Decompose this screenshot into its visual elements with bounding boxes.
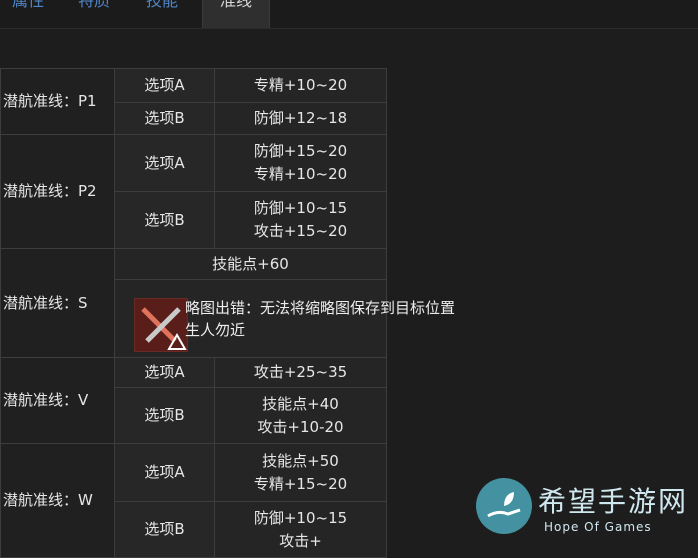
table-row: 潜航准线：P2 选项A 防御+15~20 专精+10~20: [0, 134, 387, 249]
watermark-title: 希望手游网: [538, 485, 689, 518]
effect-text: 技能点+50: [262, 451, 339, 470]
effect-text: 专精+10~20: [253, 165, 348, 183]
effect-text: 防御+15~20: [253, 142, 348, 160]
effect-text: 防御+12~18: [253, 109, 348, 127]
tab-attributes[interactable]: 属性: [12, 0, 52, 20]
option-label: 选项A: [114, 134, 215, 192]
effect-text: 专精+10~20: [253, 76, 348, 94]
table-row: 潜航准线：W 选项A 技能点+50 专精+15~20: [0, 443, 387, 558]
route-label-p2: 潜航准线：P2: [0, 134, 115, 249]
effect-cell: 防御+10~15 攻击+15~20: [214, 191, 387, 249]
tab-bar: 属性 特质 技能 准线: [0, 0, 698, 29]
tab-alignment[interactable]: 准线: [202, 0, 270, 28]
tab-skills[interactable]: 技能: [146, 0, 186, 20]
table-row: 潜航准线：P1 选项A 专精+10~20: [0, 68, 387, 135]
option-label: 选项B: [114, 387, 215, 444]
effect-cell: 技能点+40 攻击+10-20: [214, 387, 387, 444]
tab-traits[interactable]: 特质: [78, 0, 118, 20]
hand-leaf-logo-icon: [476, 478, 532, 534]
option-label: 选项A: [114, 443, 215, 502]
option-label: 选项A: [114, 357, 215, 388]
option-label: 选项B: [114, 191, 215, 249]
effect-cell: 防御+15~20 专精+10~20: [214, 134, 387, 192]
crossed-swords-icon: [134, 298, 188, 352]
option-label: 选项B: [114, 501, 215, 558]
route-label-s: 潜航准线：S: [0, 248, 115, 358]
watermark: 希望手游网 Hope Of Games: [472, 474, 698, 539]
effect-text: 防御+10~15: [253, 508, 348, 527]
option-label: 选项A: [114, 68, 215, 103]
effect-text: 防御+10~15: [253, 199, 348, 217]
thumbnail-error-overlay: 略图出错：无法将缩略图保存到目标位置 生人勿近: [133, 297, 493, 353]
table-row: 潜航准线：S 技能点+60: [0, 248, 387, 358]
option-label: 选项B: [114, 102, 215, 135]
watermark-subtitle: Hope Of Games: [544, 520, 652, 534]
error-message: 略图出错：无法将缩略图保存到目标位置 生人勿近: [185, 297, 455, 341]
error-line-2: 生人勿近: [185, 321, 246, 339]
effect-cell: 防御+12~18: [214, 102, 387, 135]
effect-text: 攻击+15~20: [253, 222, 348, 240]
effect-cell: 技能点+50 专精+15~20: [214, 443, 387, 502]
error-line-1: 略图出错：无法将缩略图保存到目标位置: [185, 299, 456, 317]
effect-text: 攻击+25~35: [253, 363, 348, 381]
effect-text: 攻击+: [279, 531, 322, 550]
route-label-v: 潜航准线：V: [0, 357, 115, 444]
effect-cell: 防御+10~15 攻击+: [214, 501, 387, 558]
effect-cell: 攻击+25~35: [214, 357, 387, 388]
table-row: 潜航准线：V 选项A 攻击+25~35: [0, 357, 387, 444]
effect-text: 专精+15~20: [253, 474, 348, 493]
effect-text: 攻击+10-20: [257, 417, 344, 436]
route-label-w: 潜航准线：W: [0, 443, 115, 558]
route-label-p1: 潜航准线：P1: [0, 68, 115, 135]
effect-text: 技能点+40: [262, 394, 339, 413]
effect-cell: 专精+10~20: [214, 68, 387, 103]
shared-effect-cell: 技能点+60: [114, 248, 387, 280]
